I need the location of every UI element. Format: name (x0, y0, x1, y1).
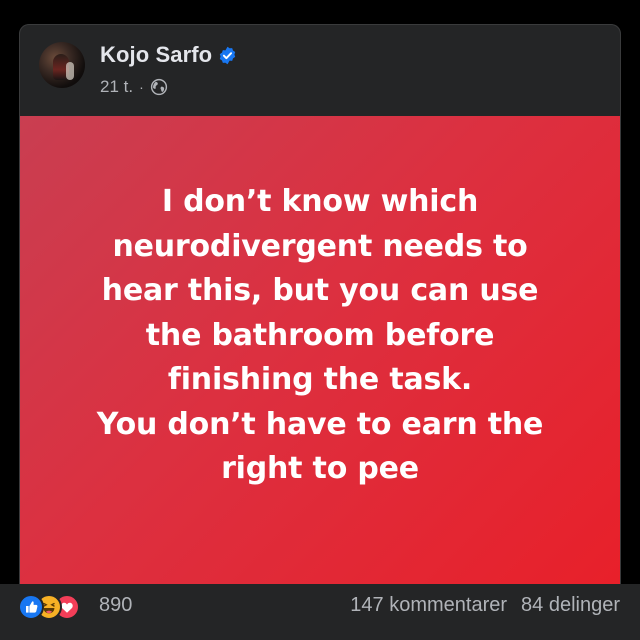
engagement-bar: 890 147 kommentarer 84 delinger (0, 584, 640, 640)
post-meta: 21 t. · (100, 77, 168, 97)
post-card: Kojo Sarfo 21 t. · I don’t know which ne… (19, 24, 621, 584)
post-text: I don’t know which neurodivergent needs … (96, 184, 544, 486)
comments-count-link[interactable]: 147 kommentarer (350, 594, 507, 617)
meta-separator: · (139, 79, 144, 95)
like-icon (18, 594, 44, 620)
globe-icon[interactable] (150, 78, 168, 96)
author-row: Kojo Sarfo (100, 42, 237, 68)
reaction-icons (18, 594, 100, 620)
post-timestamp[interactable]: 21 t. (100, 77, 133, 97)
author-name[interactable]: Kojo Sarfo (100, 42, 212, 68)
reaction-count[interactable]: 890 (99, 594, 132, 617)
post-header: Kojo Sarfo 21 t. · (19, 24, 621, 116)
avatar-figure-detail (66, 62, 74, 80)
post-background: I don’t know which neurodivergent needs … (19, 116, 621, 584)
author-avatar[interactable] (39, 42, 85, 88)
shares-count-link[interactable]: 84 delinger (521, 594, 620, 617)
verified-badge-icon (218, 46, 237, 65)
post-stats: 147 kommentarer 84 delinger (350, 594, 620, 617)
